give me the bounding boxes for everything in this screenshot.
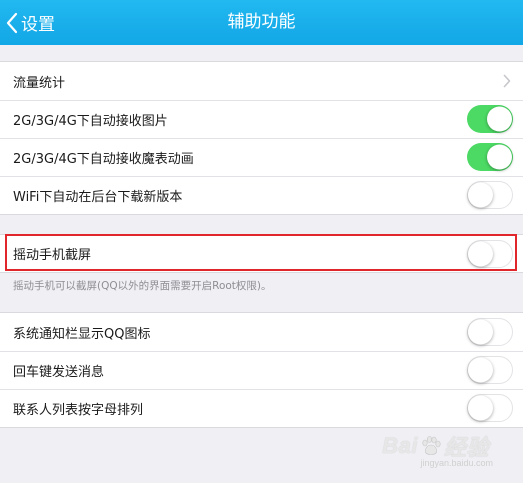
setting-label: 联系人列表按字母排列 xyxy=(13,402,144,418)
setting-label: 系统通知栏显示QQ图标 xyxy=(13,326,151,342)
setting-row-wifi-auto-download: WiFi下自动在后台下载新版本 xyxy=(0,176,523,214)
setting-label: WiFi下自动在后台下载新版本 xyxy=(13,189,183,205)
watermark-url: jingyan.baidu.com xyxy=(420,458,493,468)
setting-hint: 摇动手机可以截屏(QQ以外的界面需要开启Root权限)。 xyxy=(13,280,272,292)
setting-label: 摇动手机截屏 xyxy=(13,248,92,263)
setting-row-notification-icon: 系统通知栏显示QQ图标 xyxy=(0,313,523,351)
nav-header: 设置 辅助功能 xyxy=(0,0,523,45)
setting-row-auto-receive-animations: 2G/3G/4G下自动接收魔表动画 xyxy=(0,138,523,176)
setting-row-auto-receive-images: 2G/3G/4G下自动接收图片 xyxy=(0,100,523,138)
toggle-knob xyxy=(468,319,493,345)
paw-icon xyxy=(422,436,441,455)
toggle-switch[interactable] xyxy=(467,181,513,209)
watermark-text-left: Bai xyxy=(382,433,418,458)
back-button[interactable]: 设置 xyxy=(6,0,55,45)
setting-row-alphabetical-contacts: 联系人列表按字母排列 xyxy=(0,389,523,427)
back-label: 设置 xyxy=(21,15,55,35)
setting-row-enter-to-send: 回车键发送消息 xyxy=(0,351,523,389)
toggle-knob xyxy=(468,182,493,208)
settings-group-network: 流量统计 2G/3G/4G下自动接收图片 2G/3G/4G下自动接收魔表动画 W… xyxy=(0,61,523,215)
setting-row-shake-screenshot: 摇动手机截屏 xyxy=(0,235,523,272)
chevron-left-icon xyxy=(6,12,18,33)
toggle-knob xyxy=(468,395,493,421)
toggle-switch[interactable] xyxy=(467,394,513,422)
settings-group-general: 系统通知栏显示QQ图标 回车键发送消息 联系人列表按字母排列 xyxy=(0,312,523,428)
setting-label: 回车键发送消息 xyxy=(13,364,105,380)
chevron-right-icon xyxy=(503,74,511,88)
toggle-knob xyxy=(487,144,512,170)
setting-label: 2G/3G/4G下自动接收图片 xyxy=(13,113,168,129)
setting-row-traffic-stats[interactable]: 流量统计 xyxy=(0,62,523,100)
toggle-knob xyxy=(487,106,512,132)
toggle-switch[interactable] xyxy=(467,105,513,133)
toggle-switch[interactable] xyxy=(467,239,513,268)
setting-label: 流量统计 xyxy=(13,75,66,91)
toggle-switch[interactable] xyxy=(467,318,513,346)
toggle-knob xyxy=(468,357,493,383)
settings-group-shake: 摇动手机截屏 xyxy=(0,234,523,273)
setting-label: 2G/3G/4G下自动接收魔表动画 xyxy=(13,151,194,167)
toggle-switch[interactable] xyxy=(467,356,513,384)
page-title: 辅助功能 xyxy=(227,12,296,32)
toggle-switch[interactable] xyxy=(467,143,513,171)
toggle-knob xyxy=(468,241,493,266)
